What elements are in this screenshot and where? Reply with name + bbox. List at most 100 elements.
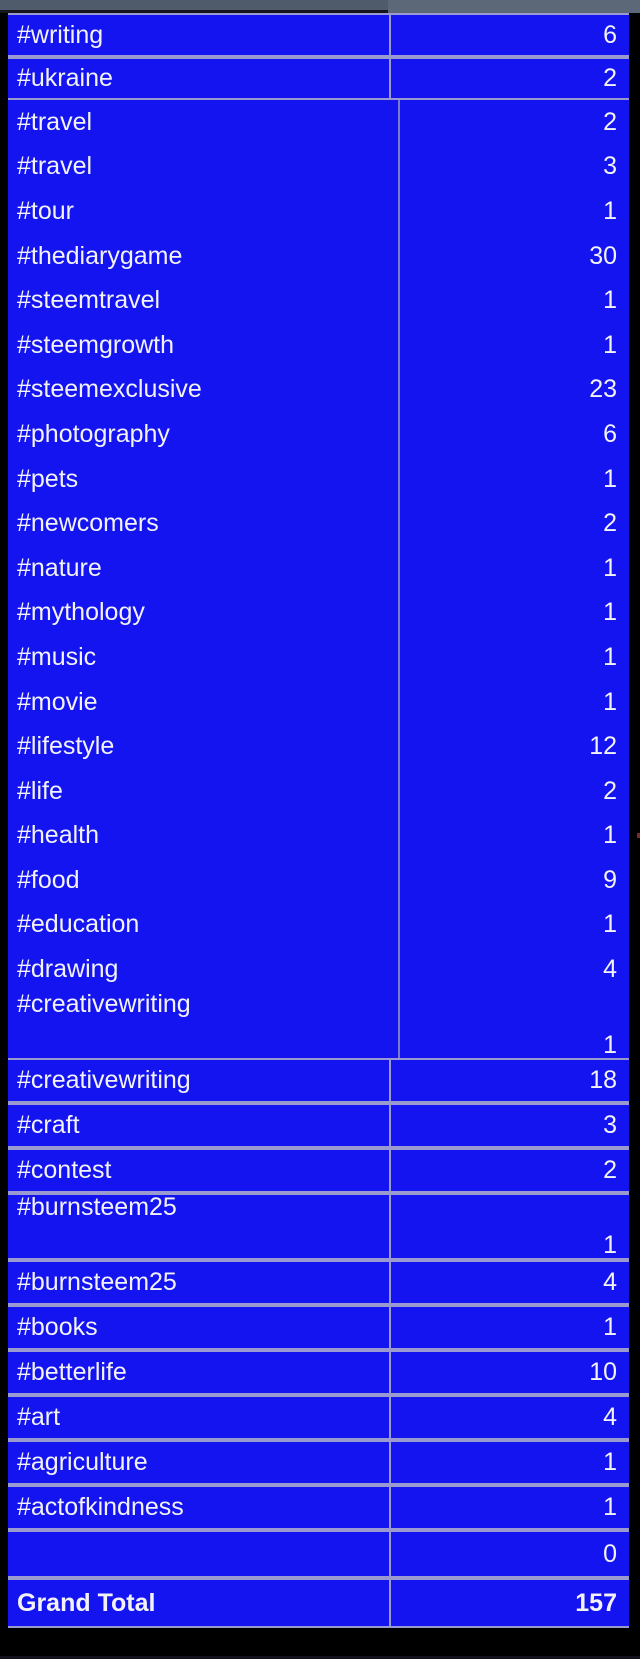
table-row[interactable]: #creativewriting 1	[8, 992, 629, 1059]
table-row[interactable]: #creativewriting 18	[8, 1058, 629, 1104]
tag-name-cell: #contest	[8, 1150, 391, 1192]
tag-name-cell: #health	[17, 821, 100, 850]
tag-name-cell: #education	[17, 910, 140, 939]
tag-name-cell: #creativewriting	[8, 1060, 391, 1102]
pivot-table-screenshot: #writing 6 #ukraine 2 #travel 2 #travel 3 #tour 1…	[0, 0, 640, 1659]
tag-count-cell: 2	[603, 107, 617, 136]
tag-count-cell: 1	[603, 821, 617, 850]
tag-count-cell: 4	[603, 955, 617, 984]
tag-count-cell: 23	[589, 375, 617, 404]
table-row[interactable]: #burnsteem25 1	[8, 1193, 629, 1261]
table-row[interactable]: #betterlife 10	[8, 1350, 629, 1396]
tag-name-cell: #drawing	[17, 955, 119, 984]
table-row[interactable]: #travel 3	[8, 145, 629, 190]
tag-count-cell: 1	[603, 598, 617, 627]
tag-name-cell: #travel	[17, 152, 93, 181]
tag-name-cell: #music	[17, 642, 97, 671]
tag-count-cell: 6	[603, 419, 617, 448]
tag-count-cell: 1	[391, 1442, 629, 1484]
table-section-middle-borderless: #travel 2 #travel 3 #tour 1 #thediarygame 30 #st…	[4, 100, 640, 1059]
tag-count-cell: 1	[391, 1195, 629, 1259]
tag-count-cell: 1	[603, 642, 617, 671]
table-row[interactable]: #craft 3	[8, 1103, 629, 1149]
tag-count-cell: 3	[603, 152, 617, 181]
column-divider	[398, 100, 400, 1059]
table-row[interactable]: #burnsteem25 4	[8, 1260, 629, 1306]
tag-count-cell: 1	[603, 687, 617, 716]
chrome-left-segment	[0, 0, 388, 13]
tag-name-cell: #craft	[8, 1105, 391, 1147]
tag-count-cell: 4	[391, 1397, 629, 1439]
tag-count-cell: 9	[603, 865, 617, 894]
table-row[interactable]: #movie 1	[8, 680, 629, 725]
tag-count-cell: 2	[603, 776, 617, 805]
tag-name-cell: #nature	[17, 553, 102, 582]
tag-name-cell: Grand Total	[8, 1580, 391, 1627]
table-row[interactable]: #newcomers 2	[8, 501, 629, 546]
table-row[interactable]: #art 4	[8, 1395, 629, 1441]
tag-name-cell: #art	[8, 1397, 391, 1439]
tag-count-cell: 2	[603, 509, 617, 538]
tag-name-cell: #steemgrowth	[17, 330, 175, 359]
tag-name-cell: #books	[8, 1307, 391, 1349]
tag-count-cell: 1	[603, 330, 617, 359]
table-row[interactable]: #food 9	[8, 858, 629, 903]
tag-count-cell: 0	[391, 1532, 629, 1577]
tag-name-cell	[8, 1532, 391, 1577]
table-section-bottom-bordered: #creativewriting 18 #craft 3 #contest 2 #burns…	[4, 1058, 640, 1629]
tag-name-cell: #life	[17, 776, 63, 805]
table-row[interactable]: #writing 6	[8, 13, 629, 57]
tag-name-cell: #actofkindness	[8, 1487, 391, 1529]
tag-name-cell: #pets	[17, 464, 79, 493]
tag-name-cell: #steemexclusive	[17, 375, 202, 404]
table-row[interactable]: #steemgrowth 1	[8, 323, 629, 368]
tag-name-cell: #burnsteem25	[8, 1262, 391, 1304]
table-row[interactable]: #life 2	[8, 769, 629, 814]
tag-name-cell: #lifestyle	[17, 732, 115, 761]
table-section-top-bordered: #writing 6 #ukraine 2	[4, 13, 640, 100]
table-row[interactable]: #pets 1	[8, 457, 629, 502]
tag-name-cell: #agriculture	[8, 1442, 391, 1484]
window-chrome-bar	[0, 0, 640, 13]
tag-count-cell: 18	[391, 1060, 629, 1102]
tag-name-cell: #travel	[17, 107, 93, 136]
tag-count-cell: 1	[603, 910, 617, 939]
table-row[interactable]: #travel 2	[8, 100, 629, 145]
tag-name-cell: #mythology	[17, 598, 145, 627]
tag-name-cell: #writing	[8, 15, 391, 55]
table-row[interactable]: #ukraine 2	[8, 57, 629, 100]
tag-count-cell: 2	[391, 59, 629, 98]
table-row[interactable]: #actofkindness 1	[8, 1485, 629, 1531]
table-row[interactable]: #photography 6	[8, 412, 629, 457]
chrome-right-segment	[388, 0, 640, 13]
tag-count-cell: 1	[603, 196, 617, 225]
table-row[interactable]: Grand Total 157	[8, 1578, 629, 1629]
table-row[interactable]: #lifestyle 12	[8, 724, 629, 769]
table-row[interactable]: #nature 1	[8, 546, 629, 591]
tag-count-cell: 12	[589, 732, 617, 761]
table-row[interactable]: #steemexclusive 23	[8, 368, 629, 413]
table-row[interactable]: #health 1	[8, 814, 629, 859]
tag-count-cell: 1	[391, 1307, 629, 1349]
table-row[interactable]: #music 1	[8, 635, 629, 680]
table-row[interactable]: #drawing 4	[8, 947, 629, 992]
tag-name-cell: #steemtravel	[17, 286, 161, 315]
tag-name-cell: #photography	[17, 419, 170, 448]
tag-count-cell: 1	[603, 464, 617, 493]
tag-count-cell: 10	[391, 1352, 629, 1394]
tag-count-cell: 6	[391, 15, 629, 55]
tag-count-cell: 157	[391, 1580, 629, 1627]
tag-name-cell: #creativewriting	[17, 991, 191, 1018]
tag-count-cell: 1	[603, 286, 617, 315]
tag-count-table: #writing 6 #ukraine 2 #travel 2 #travel 3 #tour 1…	[0, 13, 640, 1659]
table-row[interactable]: #contest 2	[8, 1148, 629, 1194]
table-row[interactable]: #mythology 1	[8, 591, 629, 636]
table-row[interactable]: #steemtravel 1	[8, 278, 629, 323]
table-row[interactable]: #agriculture 1	[8, 1440, 629, 1486]
table-row[interactable]: #tour 1	[8, 189, 629, 234]
tag-count-cell: 1	[391, 1487, 629, 1529]
table-row[interactable]: #books 1	[8, 1305, 629, 1351]
table-row[interactable]: #education 1	[8, 903, 629, 948]
table-row[interactable]: #thediarygame 30	[8, 234, 629, 279]
table-row[interactable]: 0	[8, 1530, 629, 1579]
